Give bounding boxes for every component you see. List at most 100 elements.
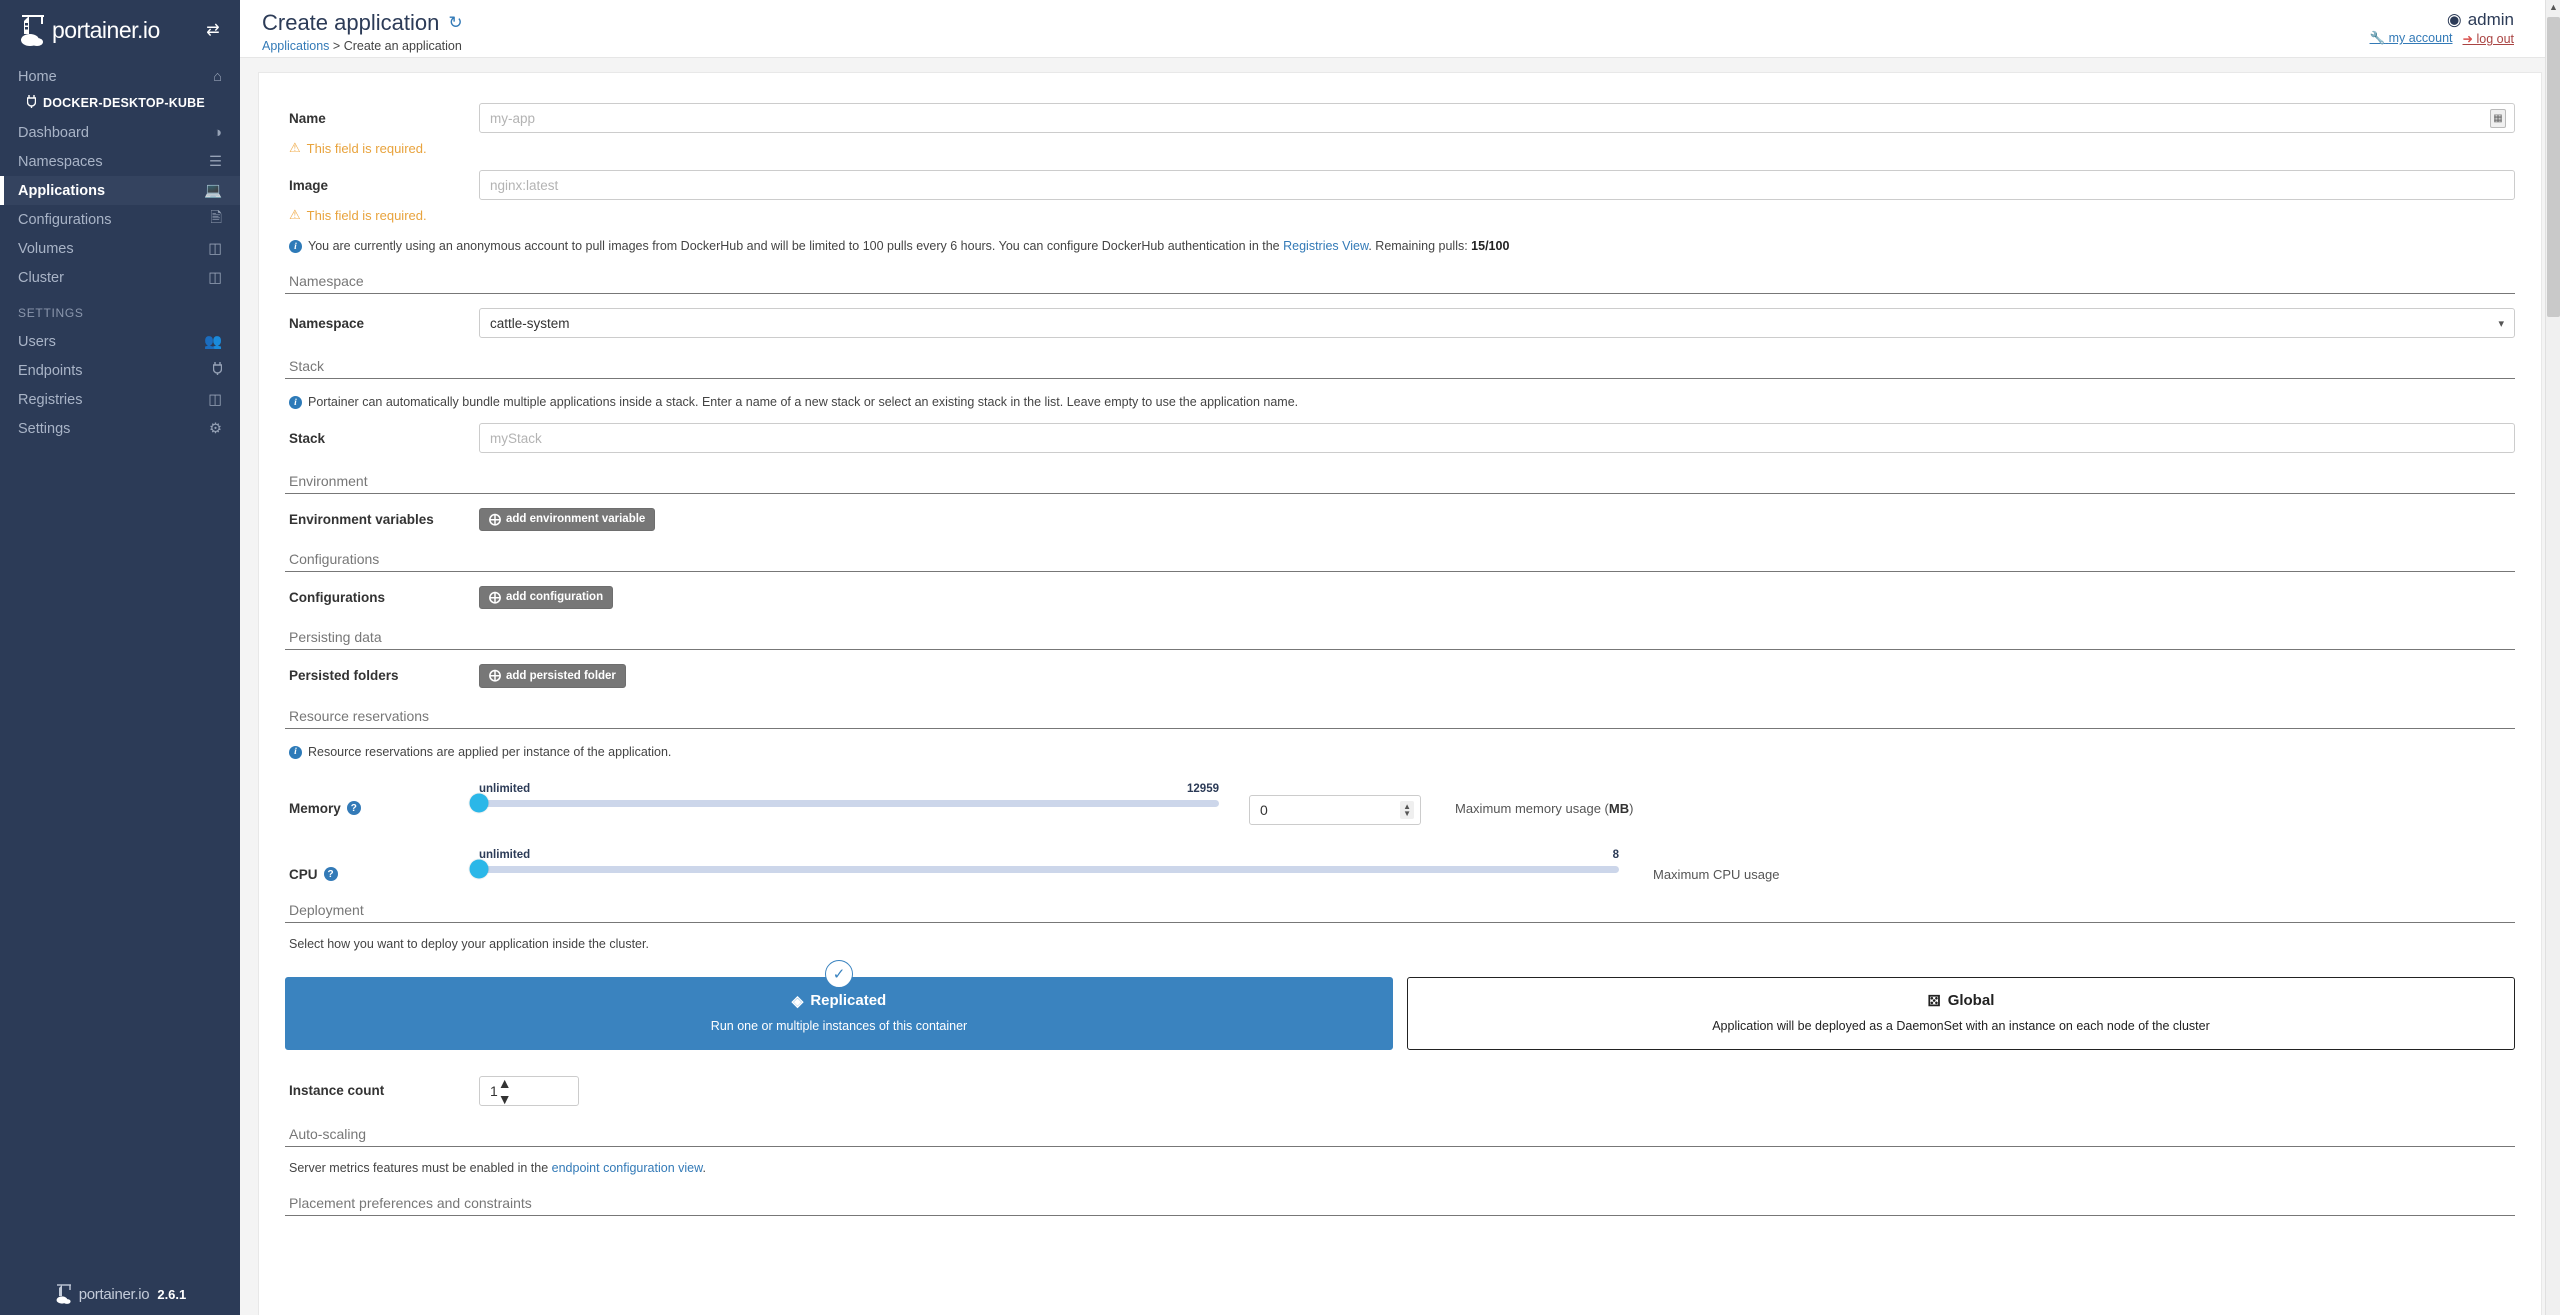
- memory-note-text: Maximum memory usage (: [1455, 800, 1609, 816]
- logout-link[interactable]: ➜ log out: [2463, 31, 2515, 46]
- sidebar-item-label: Cluster: [18, 269, 64, 286]
- footer-version: 2.6.1: [157, 1286, 187, 1302]
- instance-count-label: Instance count: [289, 1083, 385, 1099]
- sidebar-item-registries[interactable]: Registries ◫: [0, 385, 240, 414]
- sidebar-item-settings[interactable]: Settings ⚙: [0, 414, 240, 443]
- resource-notice-text: Resource reservations are applied per in…: [308, 744, 672, 759]
- instance-count-stepper[interactable]: ▲ ▼: [498, 1075, 512, 1107]
- replicated-title-group: ◈ Replicated: [296, 992, 1382, 1010]
- section-namespace: Namespace: [285, 273, 2515, 294]
- logout-label: log out: [2476, 32, 2514, 46]
- memory-input-wrap: 0 ▲ ▼: [1249, 794, 1421, 825]
- contact-card-icon[interactable]: ▦: [2490, 109, 2506, 128]
- sidebar-item-label: Dashboard: [18, 124, 89, 141]
- image-input-placeholder: nginx:latest: [490, 177, 559, 193]
- autoscaling-notice: Server metrics features must be enabled …: [285, 1161, 2515, 1175]
- add-environment-variable-label: add environment variable: [506, 513, 646, 526]
- section-auto-scaling: Auto-scaling: [285, 1126, 2515, 1147]
- sidebar-item-namespaces[interactable]: Namespaces ☰: [0, 147, 240, 176]
- sidebar: portainer.io ⇄ Home ⌂ DOCKER-DESKTOP-KUB…: [0, 0, 240, 1315]
- add-persisted-folder-button[interactable]: ⨁ add persisted folder: [479, 664, 626, 688]
- deployment-options: ✓ ◈ Replicated Run one or multiple insta…: [285, 959, 2515, 1050]
- memory-max-label: 12959: [1187, 782, 1219, 795]
- app-root: portainer.io ⇄ Home ⌂ DOCKER-DESKTOP-KUB…: [0, 0, 2560, 1315]
- add-configuration-button[interactable]: ⨁ add configuration: [479, 586, 614, 610]
- user-menu[interactable]: ◉ admin: [2370, 10, 2514, 30]
- env-vars-actions: ⨁ add environment variable: [479, 508, 2515, 532]
- scrollbar-thumb[interactable]: [2547, 17, 2560, 317]
- section-persisting-data: Persisting data: [285, 629, 2515, 651]
- stack-notice: i Portainer can automatically bundle mul…: [285, 395, 2515, 409]
- configurations-row: Configurations ⨁ add configuration: [285, 586, 2515, 610]
- info-icon: i: [289, 240, 302, 253]
- image-label: Image: [289, 177, 329, 193]
- registries-view-link[interactable]: Registries View: [1283, 239, 1368, 253]
- sidebar-item-home[interactable]: Home ⌂: [0, 62, 240, 91]
- memory-note: Maximum memory usage (MB): [1455, 801, 1633, 816]
- namespace-select[interactable]: cattle-system ▾: [479, 308, 2515, 338]
- breadcrumb-current: Create an application: [343, 39, 462, 53]
- memory-slider[interactable]: unlimited 12959: [469, 781, 1219, 813]
- plus-circle-icon: ⨁: [489, 512, 501, 526]
- my-account-link[interactable]: 🔧 my account: [2370, 31, 2453, 46]
- endpoint-configuration-link[interactable]: endpoint configuration view: [552, 1161, 703, 1175]
- warning-icon: ⚠: [289, 207, 301, 222]
- replicated-subtitle: Run one or multiple instances of this co…: [710, 1018, 968, 1033]
- memory-input[interactable]: 0 ▲ ▼: [1249, 794, 1421, 825]
- cpu-slider[interactable]: unlimited 8: [469, 847, 1619, 879]
- sidebar-item-applications[interactable]: Applications 💻: [0, 176, 240, 205]
- sidebar-item-dashboard[interactable]: Dashboard ◑: [0, 118, 240, 147]
- sign-out-icon: ➜: [2462, 32, 2473, 46]
- add-environment-variable-button[interactable]: ⨁ add environment variable: [479, 508, 656, 532]
- name-input-placeholder: my-app: [490, 110, 536, 126]
- sidebar-item-users[interactable]: Users 👥: [0, 327, 240, 356]
- memory-note-unit: MB: [1608, 800, 1630, 816]
- plus-circle-icon: ⨁: [489, 668, 501, 683]
- instance-count-row: Instance count 1 ▲ ▼: [285, 1075, 2515, 1107]
- sidebar-item-configurations[interactable]: Configurations 🖹: [0, 205, 240, 234]
- deployment-option-replicated[interactable]: ✓ ◈ Replicated Run one or multiple insta…: [285, 959, 1393, 1050]
- image-input[interactable]: nginx:latest: [479, 170, 2515, 200]
- sidebar-item-volumes[interactable]: Volumes ◫: [0, 234, 240, 263]
- cogs-icon: ⚙: [209, 420, 222, 437]
- user-links: 🔧 my account ➜ log out: [2370, 31, 2514, 46]
- breadcrumb-separator: >: [332, 39, 341, 53]
- deployment-option-global[interactable]: ⚄ Global Application will be deployed as…: [1407, 976, 2515, 1050]
- cpu-slider-knob[interactable]: [469, 859, 489, 879]
- memory-slider-track[interactable]: [469, 793, 1219, 813]
- stack-label: Stack: [289, 430, 326, 446]
- breadcrumb: Applications > Create an application: [262, 39, 463, 53]
- help-icon[interactable]: ?: [346, 801, 361, 816]
- env-vars-label: Environment variables: [289, 512, 434, 528]
- memory-slider-knob[interactable]: [469, 793, 489, 813]
- persisted-folders-row: Persisted folders ⨁ add persisted folder: [285, 664, 2515, 688]
- sidebar-item-endpoints[interactable]: Endpoints: [0, 356, 240, 385]
- global-title: Global: [1947, 992, 1995, 1010]
- memory-label-group: Memory ?: [285, 801, 479, 816]
- add-persisted-folder-label: add persisted folder: [506, 669, 616, 682]
- sidebar-collapse-icon[interactable]: ⇄: [200, 20, 226, 40]
- replicated-title: Replicated: [810, 992, 887, 1010]
- instance-count-input[interactable]: 1 ▲ ▼: [479, 1075, 579, 1107]
- sidebar-item-cluster[interactable]: Cluster ◫: [0, 263, 240, 292]
- scroll-up-icon[interactable]: ▲: [2549, 2, 2558, 12]
- layers-icon: ☰: [209, 153, 222, 170]
- breadcrumb-root-link[interactable]: Applications: [262, 39, 329, 53]
- vertical-scrollbar[interactable]: ▲: [2545, 0, 2560, 1315]
- memory-note-suffix: ): [1629, 800, 1634, 816]
- help-icon[interactable]: ?: [323, 867, 338, 882]
- sync-icon[interactable]: ↻: [448, 13, 462, 33]
- memory-stepper[interactable]: ▲ ▼: [1400, 800, 1414, 819]
- brand-name: portainer.io: [52, 16, 160, 43]
- memory-label: Memory: [289, 800, 341, 816]
- cpu-label-group: CPU ?: [285, 867, 479, 882]
- sidebar-item-label: Endpoints: [18, 362, 83, 379]
- name-input[interactable]: my-app ▦: [479, 103, 2515, 133]
- server-icon: ◫: [208, 269, 222, 286]
- topbar-left: Create application ↻ Applications > Crea…: [262, 10, 463, 53]
- stack-input[interactable]: myStack: [479, 423, 2515, 453]
- sidebar-endpoint[interactable]: DOCKER-DESKTOP-KUBE: [0, 91, 240, 118]
- cpu-slider-track[interactable]: [469, 859, 1619, 879]
- instance-count-value: 1: [490, 1082, 498, 1099]
- plug-icon: [202, 362, 223, 379]
